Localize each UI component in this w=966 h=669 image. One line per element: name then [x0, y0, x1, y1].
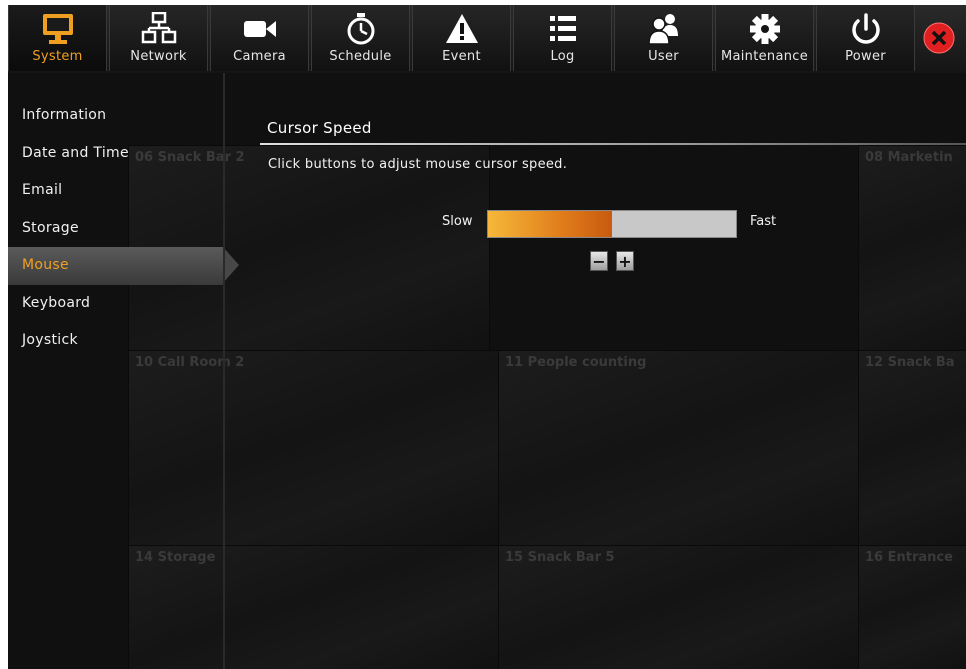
close-icon	[923, 22, 955, 54]
sidebar-item-joystick[interactable]: Joystick	[8, 322, 223, 360]
tab-system[interactable]: System	[8, 5, 107, 71]
gear-icon	[745, 11, 785, 47]
list-icon	[543, 11, 583, 47]
camera-tile: 11 People counting	[498, 350, 860, 547]
cursor-speed-bar	[487, 210, 737, 238]
sidebar-item-date-and-time[interactable]: Date and Time	[8, 135, 223, 173]
camera-tile: 08 Marketin	[858, 145, 966, 352]
camera-label: 14 Storage	[135, 550, 216, 565]
tab-maintenance[interactable]: Maintenance	[715, 5, 814, 71]
users-icon	[644, 11, 684, 47]
tab-label: Camera	[233, 49, 286, 64]
tab-power[interactable]: Power	[816, 5, 915, 71]
camera-label: 08 Marketin	[865, 150, 953, 165]
camera-tile: 16 Entrance	[858, 545, 966, 669]
tab-label: System	[32, 49, 83, 64]
tab-label: Power	[845, 49, 886, 64]
dvr-screen: 06 Snack Bar 2 08 Marketin 10 Call Room …	[8, 5, 966, 669]
camera-label: 15 Snack Bar 5	[505, 550, 615, 565]
tab-label: Network	[130, 49, 187, 64]
cursor-speed-fill	[488, 211, 612, 237]
sidebar-item-email[interactable]: Email	[8, 172, 223, 210]
main-toolbar: System Network Camera Schedule Event Log…	[8, 5, 966, 73]
stopwatch-icon	[341, 11, 381, 47]
tab-schedule[interactable]: Schedule	[311, 5, 410, 71]
sidebar-divider	[223, 73, 225, 669]
tab-label: Schedule	[329, 49, 392, 64]
tab-log[interactable]: Log	[513, 5, 612, 71]
camera-tile: 15 Snack Bar 5	[498, 545, 860, 669]
camera-tile: 12 Snack Ba	[858, 350, 966, 547]
decrease-speed-button[interactable]: −	[590, 251, 608, 271]
tab-network[interactable]: Network	[109, 5, 208, 71]
camera-tile: 10 Call Room 2	[128, 350, 500, 547]
fast-label: Fast	[750, 214, 777, 229]
tab-label: User	[648, 49, 679, 64]
monitor-icon	[38, 11, 78, 47]
sidebar-item-keyboard[interactable]: Keyboard	[8, 285, 223, 323]
tab-label: Event	[442, 49, 481, 64]
slow-label: Slow	[442, 214, 473, 229]
tab-label: Log	[550, 49, 575, 64]
camera-label: 16 Entrance	[865, 550, 953, 565]
sidebar-item-mouse[interactable]: Mouse	[8, 247, 239, 285]
camera-label: 12 Snack Ba	[865, 355, 955, 370]
power-icon	[846, 11, 886, 47]
sidebar-item-information[interactable]: Information	[8, 97, 223, 135]
tab-camera[interactable]: Camera	[210, 5, 309, 71]
section-description: Click buttons to adjust mouse cursor spe…	[268, 157, 568, 172]
camera-tile: 14 Storage	[128, 545, 500, 669]
tab-label: Maintenance	[720, 49, 809, 64]
video-camera-icon	[240, 11, 280, 47]
tab-event[interactable]: Event	[412, 5, 511, 71]
close-button[interactable]	[917, 5, 961, 71]
section-divider	[260, 143, 966, 145]
camera-label: 11 People counting	[505, 355, 647, 370]
settings-sidebar: Information Date and Time Email Storage …	[8, 97, 239, 360]
warning-icon	[442, 11, 482, 47]
increase-speed-button[interactable]: +	[616, 251, 634, 271]
sidebar-item-storage[interactable]: Storage	[8, 210, 223, 248]
section-title: Cursor Speed	[267, 119, 372, 137]
tab-user[interactable]: User	[614, 5, 713, 71]
network-icon	[139, 11, 179, 47]
